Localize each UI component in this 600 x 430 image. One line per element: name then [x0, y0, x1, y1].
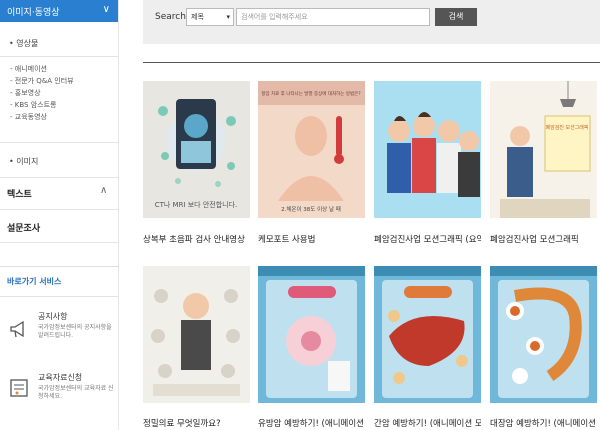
sidebar-section-title: 이미지·동영상: [7, 7, 60, 18]
search-button[interactable]: 검색: [435, 8, 477, 26]
service-notice-title[interactable]: 공지사항: [38, 311, 67, 322]
sidebar-subitem-promo[interactable]: - 홍보영상: [10, 88, 41, 99]
sidebar-item-survey[interactable]: 설문조사: [7, 221, 40, 234]
search-field-select[interactable]: 제목 ▾: [186, 8, 234, 26]
service-edu-desc: 국가암정보센터의 교육자료 신청하세요.: [38, 385, 114, 400]
sidebar-item-text[interactable]: 텍스트: [7, 187, 32, 200]
search-input[interactable]: 검색어를 입력해주세요: [236, 8, 430, 26]
sidebar-item-image[interactable]: • 이미지: [0, 156, 38, 167]
thumbnail-breast-cancer[interactable]: [258, 266, 365, 403]
video-title[interactable]: 폐암검진사업 모션그래픽: [490, 233, 597, 245]
video-title[interactable]: 상복부 초음파 검사 안내영상: [143, 233, 250, 245]
thumbnail-colon-cancer[interactable]: [490, 266, 597, 403]
divider: [0, 177, 118, 178]
thumbnail-chemoport[interactable]: 항암 치료 후 나타나는 발열 증상에 대처하는 방법은? 2.체온이 38도 …: [258, 81, 365, 218]
sidebar: 이미지·동영상 ∨ • 영상물 - 애니메이션 - 전문가 Q&A 인터뷰 - …: [0, 0, 119, 430]
thumbnail-text: 폐암검진 모션그래픽: [546, 124, 589, 131]
video-title[interactable]: 간암 예방하기! (애니메이션 모!: [374, 417, 481, 429]
sidebar-subitem-interview[interactable]: - 전문가 Q&A 인터뷰: [10, 76, 74, 87]
divider: [0, 209, 118, 210]
form-icon: [10, 379, 28, 397]
sidebar-subitem-kbs[interactable]: - KBS 암스트롱: [10, 100, 56, 111]
thumbnail-text: 2.체온이 38도 이상 날 때: [281, 205, 341, 213]
divider: [0, 242, 118, 243]
service-edu-title[interactable]: 교육자료신청: [38, 372, 82, 383]
video-title[interactable]: 정밀의료 무엇일까요?: [143, 417, 250, 429]
quick-services-title: 바로가기 서비스: [7, 277, 62, 286]
video-title[interactable]: 유방암 예방하기! (애니메이션 !: [258, 417, 365, 429]
thumbnail-ultrasound[interactable]: CT나 MRI 보다 안전합니다.: [143, 81, 250, 218]
chevron-up-icon[interactable]: ∧: [100, 185, 107, 196]
divider: [0, 142, 118, 143]
thumbnail-lung-summary[interactable]: [374, 81, 481, 218]
quick-services-box: [0, 266, 119, 430]
video-title[interactable]: 대장암 예방하기! (애니메이션 !: [490, 417, 597, 429]
sidebar-subitem-animation[interactable]: - 애니메이션: [10, 64, 47, 75]
thumbnail-lung-motion[interactable]: 폐암검진 모션그래픽: [490, 81, 597, 218]
sidebar-subitem-education[interactable]: - 교육동영상: [10, 112, 47, 123]
divider: [0, 56, 118, 57]
megaphone-icon: [10, 320, 24, 338]
chevron-down-icon[interactable]: ∨: [103, 4, 110, 15]
sidebar-item-image-label: 이미지: [16, 157, 39, 166]
search-label: Search: [155, 12, 186, 22]
chevron-down-icon: ▾: [226, 13, 230, 21]
thumbnail-text: CT나 MRI 보다 안전합니다.: [155, 200, 238, 209]
search-select-value: 제목: [191, 13, 204, 21]
sidebar-section-header[interactable]: 이미지·동영상 ∨: [0, 0, 118, 22]
sidebar-item-video[interactable]: • 영상물: [0, 38, 38, 49]
service-notice-desc: 국가암정보센터의 공지사항을 알려드립니다.: [38, 324, 112, 339]
thumbnail-text: 항암 치료 후 나타나는 발열 증상에 대처하는 방법은?: [261, 90, 361, 97]
thumbnail-precision-medicine[interactable]: [143, 266, 250, 403]
divider: [0, 296, 118, 297]
video-title[interactable]: 폐암검진사업 모션그래픽 (요약: [374, 233, 481, 245]
content-divider: [143, 62, 600, 63]
video-title[interactable]: 케모포트 사용법: [258, 233, 365, 245]
sidebar-item-video-label: 영상물: [16, 39, 39, 48]
thumbnail-liver-cancer[interactable]: [374, 266, 481, 403]
